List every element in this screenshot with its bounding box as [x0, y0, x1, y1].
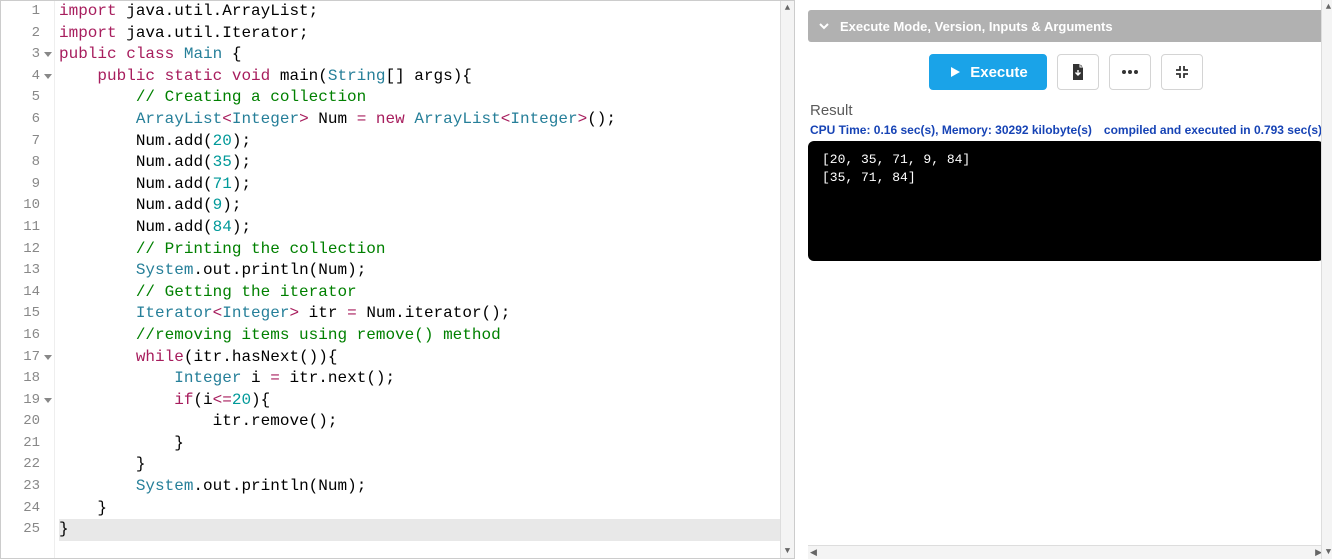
line-number: 8	[1, 152, 54, 174]
code-line[interactable]: // Getting the iterator	[59, 282, 780, 304]
line-number: 5	[1, 87, 54, 109]
line-number: 9	[1, 174, 54, 196]
code-line[interactable]: Num.add(35);	[59, 152, 780, 174]
line-number: 3	[1, 44, 54, 66]
code-line[interactable]: itr.remove();	[59, 411, 780, 433]
line-number: 16	[1, 325, 54, 347]
cpu-memory-stat: CPU Time: 0.16 sec(s), Memory: 30292 kil…	[810, 123, 1092, 137]
code-line[interactable]: Iterator<Integer> itr = Num.iterator();	[59, 303, 780, 325]
collapse-bar-label: Execute Mode, Version, Inputs & Argument…	[840, 19, 1113, 34]
line-number: 1	[1, 1, 54, 23]
code-line[interactable]: Num.add(71);	[59, 174, 780, 196]
code-line[interactable]: // Creating a collection	[59, 87, 780, 109]
play-icon	[948, 65, 962, 79]
save-file-icon	[1070, 63, 1086, 81]
line-number: 13	[1, 260, 54, 282]
code-line[interactable]: ArrayList<Integer> Num = new ArrayList<I…	[59, 109, 780, 131]
code-line[interactable]: // Printing the collection	[59, 239, 780, 261]
code-line[interactable]: import java.util.Iterator;	[59, 23, 780, 45]
line-number: 2	[1, 23, 54, 45]
scroll-up-icon[interactable]: ▲	[781, 1, 794, 15]
code-line[interactable]: }	[59, 498, 780, 520]
code-line[interactable]: Num.add(84);	[59, 217, 780, 239]
editor-vertical-scrollbar[interactable]: ▲ ▼	[780, 1, 794, 558]
code-line[interactable]: public class Main {	[59, 44, 780, 66]
fullscreen-button[interactable]	[1161, 54, 1203, 90]
line-number: 15	[1, 303, 54, 325]
code-editor[interactable]: import java.util.ArrayList;import java.u…	[55, 1, 780, 558]
line-number-gutter: 1234567891011121314151617181920212223242…	[1, 1, 55, 558]
output-horizontal-scrollbar[interactable]: ◀ ▶	[808, 545, 1324, 559]
code-editor-pane: 1234567891011121314151617181920212223242…	[0, 0, 795, 559]
more-options-button[interactable]	[1109, 54, 1151, 90]
save-button[interactable]	[1057, 54, 1099, 90]
execute-mode-collapse-bar[interactable]: Execute Mode, Version, Inputs & Argument…	[808, 10, 1324, 42]
execute-button-label: Execute	[970, 64, 1028, 81]
code-line[interactable]: System.out.println(Num);	[59, 260, 780, 282]
line-number: 4	[1, 66, 54, 88]
collapse-fullscreen-icon	[1174, 64, 1190, 80]
code-line[interactable]: public static void main(String[] args){	[59, 66, 780, 88]
execute-button[interactable]: Execute	[929, 54, 1047, 90]
line-number: 25	[1, 519, 54, 541]
line-number: 17	[1, 347, 54, 369]
code-line[interactable]: import java.util.ArrayList;	[59, 1, 780, 23]
scroll-left-icon[interactable]: ◀	[810, 548, 817, 558]
console-output[interactable]: [20, 35, 71, 9, 84] [35, 71, 84]	[808, 141, 1324, 261]
output-toolbar: Execute	[808, 42, 1324, 102]
line-number: 6	[1, 109, 54, 131]
line-number: 10	[1, 195, 54, 217]
code-line[interactable]: Num.add(20);	[59, 131, 780, 153]
ellipsis-icon	[1121, 69, 1139, 75]
line-number: 12	[1, 239, 54, 261]
code-line[interactable]: Num.add(9);	[59, 195, 780, 217]
code-line[interactable]: }	[59, 519, 780, 541]
compile-time-stat: compiled and executed in 0.793 sec(s)	[1104, 123, 1322, 137]
line-number: 20	[1, 411, 54, 433]
code-line[interactable]: }	[59, 433, 780, 455]
scroll-down-icon[interactable]: ▼	[1322, 545, 1332, 559]
scroll-up-icon[interactable]: ▲	[1322, 0, 1332, 14]
line-number: 7	[1, 131, 54, 153]
chevron-down-icon	[818, 20, 830, 32]
line-number: 24	[1, 498, 54, 520]
execution-stats: CPU Time: 0.16 sec(s), Memory: 30292 kil…	[810, 123, 1322, 137]
code-line[interactable]: }	[59, 454, 780, 476]
app-root: 1234567891011121314151617181920212223242…	[0, 0, 1332, 559]
code-line[interactable]: Integer i = itr.next();	[59, 368, 780, 390]
result-label: Result	[810, 102, 1322, 119]
line-number: 21	[1, 433, 54, 455]
code-line[interactable]: while(itr.hasNext()){	[59, 347, 780, 369]
line-number: 22	[1, 454, 54, 476]
output-vertical-scrollbar[interactable]: ▲ ▼	[1321, 0, 1332, 559]
scroll-down-icon[interactable]: ▼	[781, 544, 794, 558]
code-line[interactable]: if(i<=20){	[59, 390, 780, 412]
line-number: 11	[1, 217, 54, 239]
code-line[interactable]: //removing items using remove() method	[59, 325, 780, 347]
line-number: 19	[1, 390, 54, 412]
line-number: 14	[1, 282, 54, 304]
line-number: 18	[1, 368, 54, 390]
line-number: 23	[1, 476, 54, 498]
output-pane: Execute Mode, Version, Inputs & Argument…	[800, 0, 1332, 559]
code-line[interactable]: System.out.println(Num);	[59, 476, 780, 498]
